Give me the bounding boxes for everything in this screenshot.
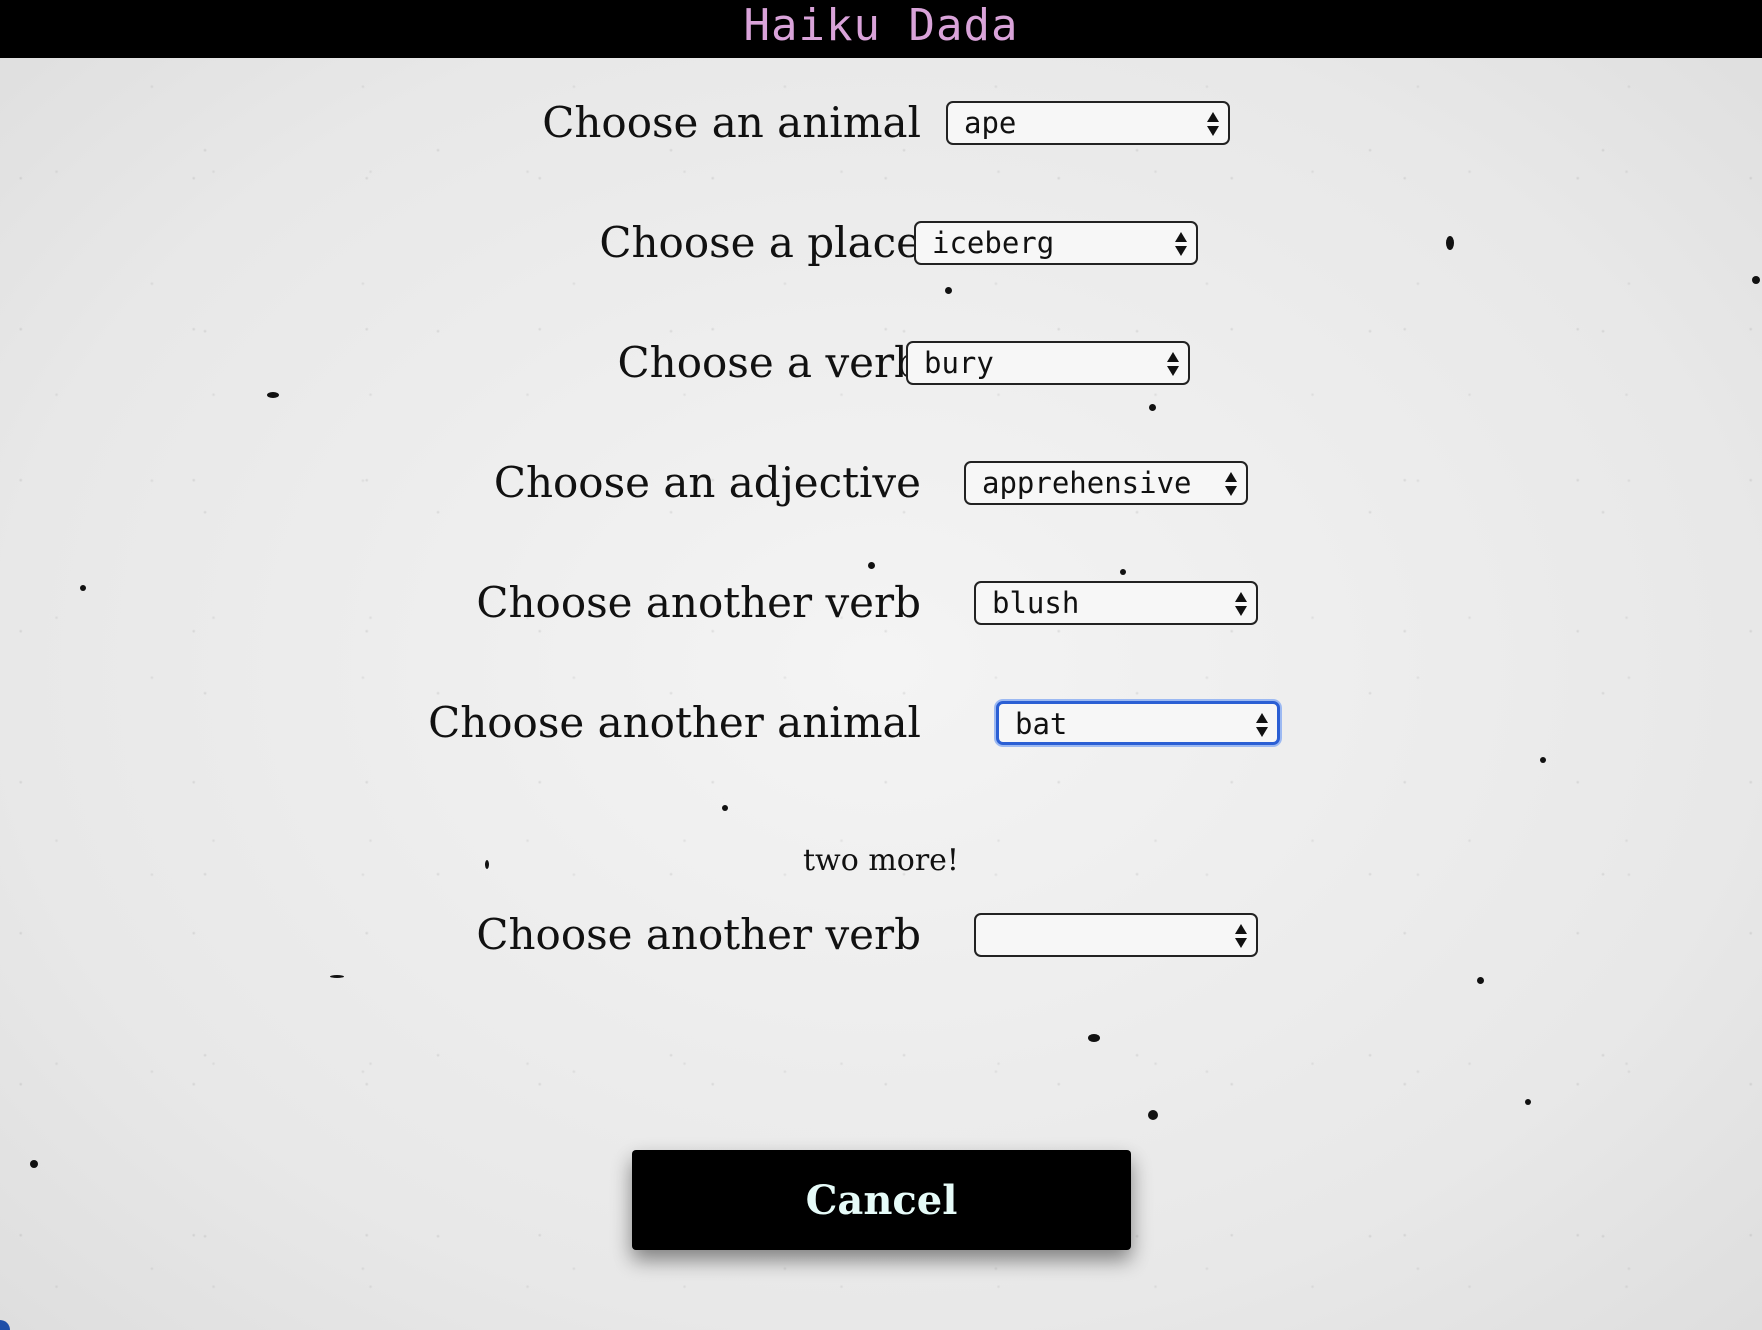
form-row-animal: Choose an animal ape <box>0 93 1762 153</box>
another-animal-select[interactable]: bat <box>996 701 1280 745</box>
field-label: Choose a verb <box>617 338 921 387</box>
field-label: Choose another animal <box>428 698 921 747</box>
app-title: Haiku Dada <box>743 0 1019 51</box>
corner-accent <box>0 1320 10 1330</box>
chevron-updown-icon <box>1207 112 1219 136</box>
select-value: bat <box>1015 707 1068 741</box>
next-verb-select[interactable] <box>974 913 1258 957</box>
cancel-button[interactable]: Cancel <box>632 1150 1131 1250</box>
chevron-updown-icon <box>1225 472 1237 496</box>
chevron-updown-icon <box>1235 924 1247 948</box>
select-value: blush <box>992 586 1080 620</box>
form-row-adjective: Choose an adjective apprehensive <box>0 453 1762 513</box>
field-label: Choose another verb <box>476 578 921 627</box>
select-value: iceberg <box>932 226 1055 260</box>
form-row-place: Choose a place iceberg <box>0 213 1762 273</box>
select-value: apprehensive <box>982 466 1192 500</box>
animal-select[interactable]: ape <box>946 101 1230 145</box>
form-row-another-verb: Choose another verb blush <box>0 573 1762 633</box>
select-value: ape <box>964 106 1017 140</box>
progress-hint: two more! <box>803 843 959 878</box>
field-label: Choose another verb <box>476 910 921 959</box>
verb-select[interactable]: bury <box>906 341 1190 385</box>
form-row-another-animal: Choose another animal bat <box>0 693 1762 753</box>
adjective-select[interactable]: apprehensive <box>964 461 1248 505</box>
chevron-updown-icon <box>1175 232 1187 256</box>
another-verb-select[interactable]: blush <box>974 581 1258 625</box>
field-label: Choose a place <box>599 218 921 267</box>
place-select[interactable]: iceberg <box>914 221 1198 265</box>
chevron-updown-icon <box>1167 352 1179 376</box>
app-header: Haiku Dada <box>0 0 1762 58</box>
form-row-verb: Choose a verb bury <box>0 333 1762 393</box>
field-label: Choose an animal <box>542 98 921 147</box>
select-value: bury <box>924 346 994 380</box>
field-label: Choose an adjective <box>493 458 921 507</box>
form-row-next-verb: Choose another verb <box>0 905 1762 965</box>
chevron-updown-icon <box>1256 713 1268 737</box>
chevron-updown-icon <box>1235 592 1247 616</box>
